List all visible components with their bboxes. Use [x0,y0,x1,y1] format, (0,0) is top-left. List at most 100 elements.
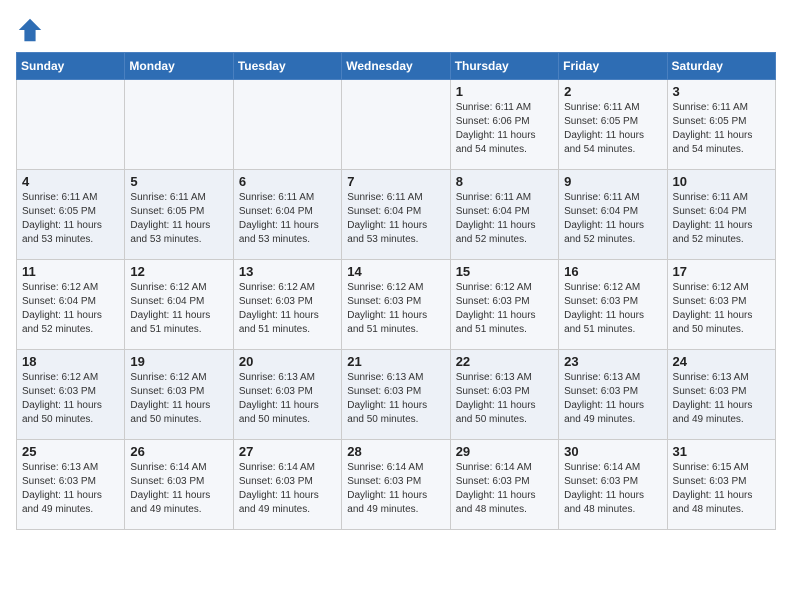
day-number: 13 [239,264,336,279]
day-number: 29 [456,444,553,459]
day-info: Sunrise: 6:14 AMSunset: 6:03 PMDaylight:… [564,461,661,517]
calendar-cell: 19Sunrise: 6:12 AMSunset: 6:03 PMDayligh… [125,350,233,440]
day-info: Sunrise: 6:14 AMSunset: 6:03 PMDaylight:… [456,461,553,517]
calendar-cell: 12 Sunrise: 6:12 AMSunset: 6:04 PMDayligh… [125,260,233,350]
day-info: Sunrise: 6:12 AMSunset: 6:03 PMDaylight:… [239,281,336,337]
day-number: 3 [673,84,770,99]
day-number: 6 [239,174,336,189]
calendar-cell: 18 Sunrise: 6:12 AMSunset: 6:03 PMDayligh… [17,350,125,440]
calendar-cell: 28 Sunrise: 6:14 AMSunset: 6:03 PMDayligh… [342,440,450,530]
day-info: Sunrise: 6:13 AMSunset: 6:03 PMDaylight:… [564,371,661,427]
day-number: 18 [22,354,119,369]
calendar-cell: 31 Sunrise: 6:15 AMSunset: 6:03 PMDayligh… [667,440,775,530]
calendar-cell [342,80,450,170]
weekday-header: Monday [125,53,233,80]
calendar-cell: 25 Sunrise: 6:13 AMSunset: 6:03 PMDayligh… [17,440,125,530]
logo [16,16,48,44]
page-header [16,16,776,44]
calendar-week-row: 18 Sunrise: 6:12 AMSunset: 6:03 PMDayligh… [17,350,776,440]
weekday-header: Sunday [17,53,125,80]
day-number: 12 [130,264,227,279]
calendar-table: SundayMondayTuesdayWednesdayThursdayFrid… [16,52,776,530]
day-number: 1 [456,84,553,99]
calendar-cell: 16 Sunrise: 6:12 AMSunset: 6:03 PMDayligh… [559,260,667,350]
weekday-header: Wednesday [342,53,450,80]
calendar-cell: 7 Sunrise: 6:11 AMSunset: 6:04 PMDaylight… [342,170,450,260]
calendar-cell: 27Sunrise: 6:14 AMSunset: 6:03 PMDayligh… [233,440,341,530]
weekday-header: Friday [559,53,667,80]
calendar-cell: 15 Sunrise: 6:12 AMSunset: 6:03 PMDayligh… [450,260,558,350]
day-number: 25 [22,444,119,459]
day-info: Sunrise: 6:11 AMSunset: 6:04 PMDaylight:… [564,191,661,247]
day-info: Sunrise: 6:13 AMSunset: 6:03 PMDaylight:… [22,461,119,517]
day-info: Sunrise: 6:11 AMSunset: 6:04 PMDaylight:… [673,191,770,247]
weekday-header: Tuesday [233,53,341,80]
day-info: Sunrise: 6:12 AMSunset: 6:03 PMDaylight:… [22,371,119,427]
day-number: 24 [673,354,770,369]
day-info: Sunrise: 6:14 AMSunset: 6:03 PMDaylight:… [239,461,336,517]
calendar-week-row: 25 Sunrise: 6:13 AMSunset: 6:03 PMDayligh… [17,440,776,530]
day-info: Sunrise: 6:12 AMSunset: 6:03 PMDaylight:… [456,281,553,337]
weekday-header: Thursday [450,53,558,80]
day-number: 16 [564,264,661,279]
calendar-cell: 24 Sunrise: 6:13 AMSunset: 6:03 PMDayligh… [667,350,775,440]
day-info: Sunrise: 6:12 AMSunset: 6:03 PMDaylight:… [673,281,770,337]
calendar-cell: 1Sunrise: 6:11 AMSunset: 6:06 PMDaylight… [450,80,558,170]
calendar-cell: 23 Sunrise: 6:13 AMSunset: 6:03 PMDayligh… [559,350,667,440]
day-info: Sunrise: 6:13 AMSunset: 6:03 PMDaylight:… [456,371,553,427]
calendar-cell: 2Sunrise: 6:11 AMSunset: 6:05 PMDaylight… [559,80,667,170]
calendar-cell: 21 Sunrise: 6:13 AMSunset: 6:03 PMDayligh… [342,350,450,440]
day-number: 20 [239,354,336,369]
day-info: Sunrise: 6:11 AMSunset: 6:05 PMDaylight:… [130,191,227,247]
day-number: 7 [347,174,444,189]
calendar-cell: 5 Sunrise: 6:11 AMSunset: 6:05 PMDaylight… [125,170,233,260]
calendar-week-row: 11 Sunrise: 6:12 AMSunset: 6:04 PMDayligh… [17,260,776,350]
day-info: Sunrise: 6:14 AMSunset: 6:03 PMDaylight:… [347,461,444,517]
day-number: 5 [130,174,227,189]
logo-icon [16,16,44,44]
day-number: 22 [456,354,553,369]
calendar-cell: 29 Sunrise: 6:14 AMSunset: 6:03 PMDayligh… [450,440,558,530]
calendar-week-row: 1Sunrise: 6:11 AMSunset: 6:06 PMDaylight… [17,80,776,170]
day-number: 17 [673,264,770,279]
calendar-cell [233,80,341,170]
day-info: Sunrise: 6:11 AMSunset: 6:05 PMDaylight:… [673,101,770,157]
day-number: 31 [673,444,770,459]
day-info: Sunrise: 6:12 AMSunset: 6:03 PMDaylight:… [347,281,444,337]
day-info: Sunrise: 6:13 AMSunset: 6:03 PMDaylight:… [239,371,336,427]
calendar-cell: 9 Sunrise: 6:11 AMSunset: 6:04 PMDaylight… [559,170,667,260]
calendar-week-row: 4Sunrise: 6:11 AMSunset: 6:05 PMDaylight… [17,170,776,260]
calendar-cell [125,80,233,170]
day-info: Sunrise: 6:15 AMSunset: 6:03 PMDaylight:… [673,461,770,517]
day-number: 19 [130,354,227,369]
day-info: Sunrise: 6:11 AMSunset: 6:05 PMDaylight:… [564,101,661,157]
calendar-cell: 14 Sunrise: 6:12 AMSunset: 6:03 PMDayligh… [342,260,450,350]
calendar-cell: 8Sunrise: 6:11 AMSunset: 6:04 PMDaylight… [450,170,558,260]
calendar-cell: 3 Sunrise: 6:11 AMSunset: 6:05 PMDaylight… [667,80,775,170]
day-number: 23 [564,354,661,369]
day-number: 8 [456,174,553,189]
day-number: 28 [347,444,444,459]
calendar-cell: 17 Sunrise: 6:12 AMSunset: 6:03 PMDayligh… [667,260,775,350]
calendar-cell: 26Sunrise: 6:14 AMSunset: 6:03 PMDayligh… [125,440,233,530]
calendar-cell: 10Sunrise: 6:11 AMSunset: 6:04 PMDayligh… [667,170,775,260]
day-info: Sunrise: 6:11 AMSunset: 6:04 PMDaylight:… [239,191,336,247]
day-number: 30 [564,444,661,459]
day-number: 26 [130,444,227,459]
day-info: Sunrise: 6:13 AMSunset: 6:03 PMDaylight:… [347,371,444,427]
calendar-cell: 4Sunrise: 6:11 AMSunset: 6:05 PMDaylight… [17,170,125,260]
day-info: Sunrise: 6:11 AMSunset: 6:04 PMDaylight:… [347,191,444,247]
calendar-cell [17,80,125,170]
day-info: Sunrise: 6:12 AMSunset: 6:04 PMDaylight:… [130,281,227,337]
calendar-cell: 11Sunrise: 6:12 AMSunset: 6:04 PMDayligh… [17,260,125,350]
day-number: 9 [564,174,661,189]
day-number: 14 [347,264,444,279]
day-number: 11 [22,264,119,279]
calendar-cell: 6 Sunrise: 6:11 AMSunset: 6:04 PMDaylight… [233,170,341,260]
calendar-header-row: SundayMondayTuesdayWednesdayThursdayFrid… [17,53,776,80]
weekday-header: Saturday [667,53,775,80]
day-number: 15 [456,264,553,279]
day-info: Sunrise: 6:13 AMSunset: 6:03 PMDaylight:… [673,371,770,427]
day-info: Sunrise: 6:12 AMSunset: 6:03 PMDaylight:… [564,281,661,337]
day-number: 21 [347,354,444,369]
